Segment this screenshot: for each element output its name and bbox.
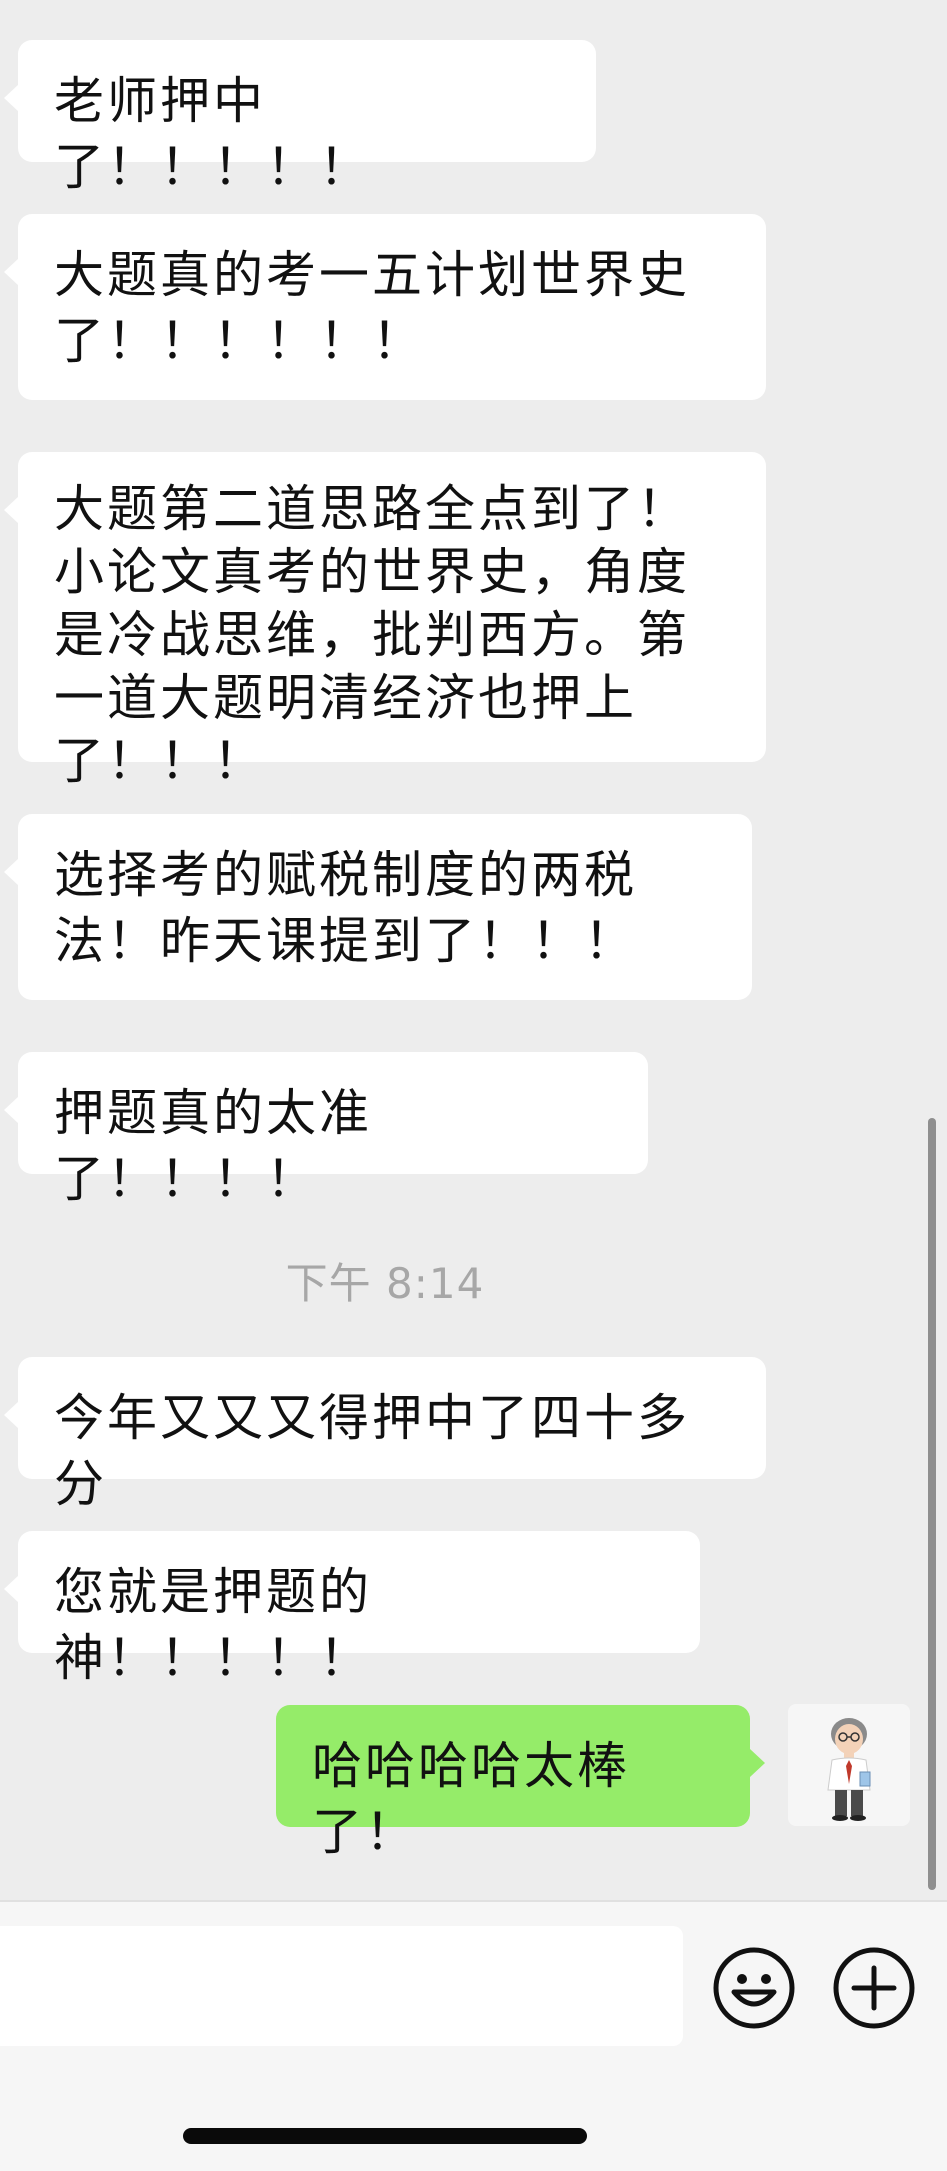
incoming-message[interactable]: 您就是押题的神！！！！！	[4, 1531, 700, 1687]
incoming-message[interactable]: 押题真的太准了！！！！	[4, 1052, 648, 1208]
message-text: 哈哈哈哈太棒了！	[312, 1737, 630, 1861]
incoming-message[interactable]: 大题真的考一五计划世界史了！！！！！！	[4, 214, 766, 400]
incoming-message[interactable]: 大题第二道思路全点到了！小论文真考的世界史，角度是冷战思维，批判西方。第一道大题…	[4, 452, 766, 790]
message-text: 选择考的赋税制度的两税法！昨天课提到了！！！	[54, 846, 637, 970]
message-input[interactable]	[0, 1926, 683, 2046]
incoming-message[interactable]: 今年又又又得押中了四十多分	[4, 1357, 766, 1513]
emoji-button[interactable]	[712, 1946, 796, 2030]
message-timestamp: 下午 8:14	[285, 1259, 485, 1308]
outgoing-message[interactable]: 哈哈哈哈太棒了！	[276, 1705, 765, 1861]
message-text: 今年又又又得押中了四十多分	[54, 1389, 690, 1513]
scrollbar[interactable]	[928, 1118, 936, 1890]
chat-message-list[interactable]: 老师押中了！！！！！ 大题真的考一五计划世界史了！！！！！！ 大题第二道思路全点…	[0, 0, 947, 1900]
cartoon-person-icon	[827, 1718, 871, 1821]
incoming-message[interactable]: 老师押中了！！！！！	[4, 40, 596, 196]
message-text: 大题真的考一五计划世界史了！！！！！！	[54, 246, 690, 370]
message-text: 大题第二道思路全点到了！小论文真考的世界史，角度是冷战思维，批判西方。第一道大题…	[54, 480, 690, 790]
message-text: 押题真的太准了！！！！	[54, 1084, 372, 1208]
plus-circle-icon	[833, 1947, 915, 2029]
message-text: 老师押中了！！！！！	[54, 72, 372, 196]
smiley-face-icon	[713, 1947, 795, 2029]
message-text: 您就是押题的神！！！！！	[54, 1563, 372, 1687]
user-avatar[interactable]	[788, 1704, 910, 1826]
home-indicator[interactable]	[183, 2128, 587, 2144]
incoming-message[interactable]: 选择考的赋税制度的两税法！昨天课提到了！！！	[4, 814, 752, 1000]
plus-button[interactable]	[832, 1946, 916, 2030]
